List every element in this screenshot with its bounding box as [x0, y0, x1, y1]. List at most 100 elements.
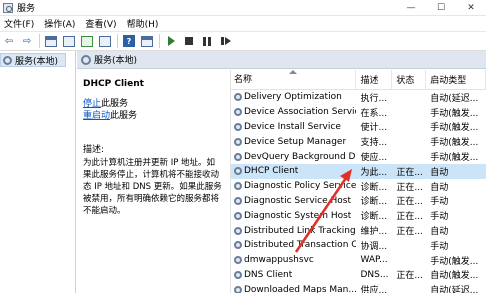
service-startup-type-cell: 自动(延迟...: [430, 93, 479, 104]
service-startup-type-cell: 自动(触发...: [430, 271, 479, 282]
toolbar: ⇦ ⇨ ?: [0, 31, 486, 51]
service-description-cell: 使计...: [360, 123, 388, 134]
menu-file[interactable]: 文件(F): [4, 17, 34, 30]
gear-icon: [234, 167, 242, 176]
service-status-cell: 正在...: [396, 167, 423, 178]
service-name-cell: Delivery Optimization: [231, 92, 356, 102]
table-row[interactable]: Device Install Service 使计... 手动(触发...: [231, 120, 486, 135]
window-controls: — ☐ ✕: [396, 0, 486, 16]
pause-service-icon[interactable]: [200, 34, 214, 48]
service-name: Delivery Optimization: [244, 92, 342, 103]
close-button[interactable]: ✕: [456, 0, 486, 16]
service-startup-type-cell: 自动: [430, 182, 449, 193]
window-title: 服务: [17, 4, 36, 14]
list-header: 名称 描述 状态 启动类型: [231, 70, 486, 90]
service-startup-type-cell: 自动: [430, 167, 449, 178]
table-row[interactable]: DNS Client DNS... 正在... 自动(触发...: [231, 268, 486, 283]
table-row[interactable]: Delivery Optimization 执行... 自动(延迟...: [231, 90, 486, 105]
services-app-icon: [3, 2, 13, 13]
table-row[interactable]: DHCP Client 为此... 正在... 自动: [231, 163, 486, 179]
gear-icon: [234, 211, 242, 220]
pane-title: 服务(本地): [94, 56, 138, 66]
service-name: Diagnostic Service Host: [244, 195, 352, 206]
start-service-icon[interactable]: [164, 34, 178, 48]
table-row[interactable]: Device Setup Manager 支持... 手动(触发...: [231, 134, 486, 149]
service-name: Diagnostic System Host: [244, 210, 352, 221]
table-row[interactable]: Diagnostic Policy Service 诊断... 正在... 自动: [231, 179, 486, 194]
table-row[interactable]: Downloaded Maps Man... 供应... 自动(延迟...: [231, 282, 486, 293]
table-row[interactable]: Diagnostic System Host 诊断... 正在... 手动: [231, 208, 486, 223]
gear-icon: [234, 241, 242, 250]
table-row[interactable]: Diagnostic Service Host 诊断... 正在... 手动: [231, 194, 486, 209]
back-arrow-icon[interactable]: ⇦: [2, 34, 16, 48]
service-startup-type-cell: 自动(延迟...: [430, 286, 479, 293]
service-name-cell: DNS Client: [231, 270, 356, 280]
service-description-cell: DNS...: [360, 269, 389, 280]
service-description-cell: WAP...: [360, 255, 388, 266]
table-row[interactable]: DevQuery Background D... 使应... 手动(触发...: [231, 149, 486, 164]
action-links: 停止此服务 重启动此服务: [83, 98, 223, 122]
gear-icon: [234, 108, 242, 117]
console-tree-icon[interactable]: [44, 34, 58, 48]
service-description-cell: 协调...: [360, 241, 388, 252]
service-name-cell: DevQuery Background D...: [231, 152, 356, 162]
service-description-cell: 支持...: [360, 138, 388, 149]
service-startup-type-cell: 手动(触发...: [430, 138, 479, 149]
restart-service-icon[interactable]: [218, 34, 232, 48]
main-pane: 服务(本地) DHCP Client 停止此服务 重启动此服务 描述: 为此计算…: [77, 51, 486, 293]
stop-service-link[interactable]: 停止: [83, 99, 101, 109]
service-name: Distributed Transaction C...: [244, 240, 357, 251]
menu-bar: 文件(F) 操作(A) 查看(V) 帮助(H): [0, 16, 486, 31]
gear-icon: [234, 256, 242, 265]
column-header-startup-type[interactable]: 启动类型: [426, 70, 486, 89]
table-row[interactable]: dmwappushsvc WAP... 手动(触发...: [231, 253, 486, 268]
service-name-cell: Device Association Service: [231, 107, 356, 117]
gear-icon: [81, 54, 91, 65]
service-name: Device Setup Manager: [244, 136, 347, 147]
table-row[interactable]: Distributed Link Tracking... 维护... 正在... 自动: [231, 223, 486, 238]
service-startup-type-cell: 手动(触发...: [430, 153, 479, 164]
forward-arrow-icon[interactable]: ⇨: [20, 34, 34, 48]
tree-item-label: 服务(本地): [15, 56, 59, 67]
show-pane-icon[interactable]: [140, 34, 154, 48]
service-name-cell: DHCP Client: [231, 166, 356, 176]
table-row[interactable]: Distributed Transaction C... 协调... 手动: [231, 238, 486, 253]
help-icon[interactable]: ?: [122, 34, 136, 48]
menu-view[interactable]: 查看(V): [85, 17, 116, 30]
menu-action[interactable]: 操作(A): [44, 17, 75, 30]
toolbar-separator: [159, 34, 160, 48]
maximize-button[interactable]: ☐: [426, 0, 456, 16]
menu-help[interactable]: 帮助(H): [127, 17, 159, 30]
stop-service-icon[interactable]: [182, 34, 196, 48]
table-row[interactable]: Device Association Service 在系... 手动(触发...: [231, 105, 486, 120]
gear-icon: [234, 270, 242, 279]
service-status-cell: 正在...: [396, 212, 423, 223]
service-startup-type-cell: 手动(触发...: [430, 123, 479, 134]
description-label: 描述:: [83, 145, 105, 155]
service-name-cell: Diagnostic Service Host: [231, 196, 356, 206]
service-name: DevQuery Background D...: [244, 151, 357, 162]
gear-icon: [234, 122, 242, 131]
service-name-cell: Downloaded Maps Man...: [231, 285, 356, 293]
stop-link-suffix: 此服务: [101, 99, 129, 109]
column-header-status[interactable]: 状态: [392, 70, 427, 89]
service-description-cell: 执行...: [360, 93, 388, 104]
service-description-cell: 诊断...: [360, 182, 388, 193]
service-name-cell: Diagnostic Policy Service: [231, 181, 356, 191]
column-header-description[interactable]: 描述: [356, 70, 393, 89]
gear-icon: [234, 285, 242, 293]
service-name: dmwappushsvc: [244, 255, 314, 266]
tree-item-services-local[interactable]: 服务(本地): [0, 53, 66, 67]
gear-icon: [234, 196, 242, 205]
properties-icon[interactable]: [62, 34, 76, 48]
service-name-cell: Device Setup Manager: [231, 137, 356, 147]
service-description: 为此计算机注册并更新 IP 地址。如果此服务停止，计算机将不能接收动态 IP 地…: [83, 158, 222, 216]
service-name: DNS Client: [244, 269, 293, 280]
export-list-icon[interactable]: [98, 34, 112, 48]
restart-service-link[interactable]: 重启动: [83, 111, 110, 121]
toolbar-separator: [117, 34, 118, 48]
service-description-cell: 诊断...: [360, 212, 388, 223]
refresh-icon[interactable]: [80, 34, 94, 48]
minimize-button[interactable]: —: [396, 0, 426, 16]
service-startup-type-cell: 自动: [430, 227, 449, 238]
